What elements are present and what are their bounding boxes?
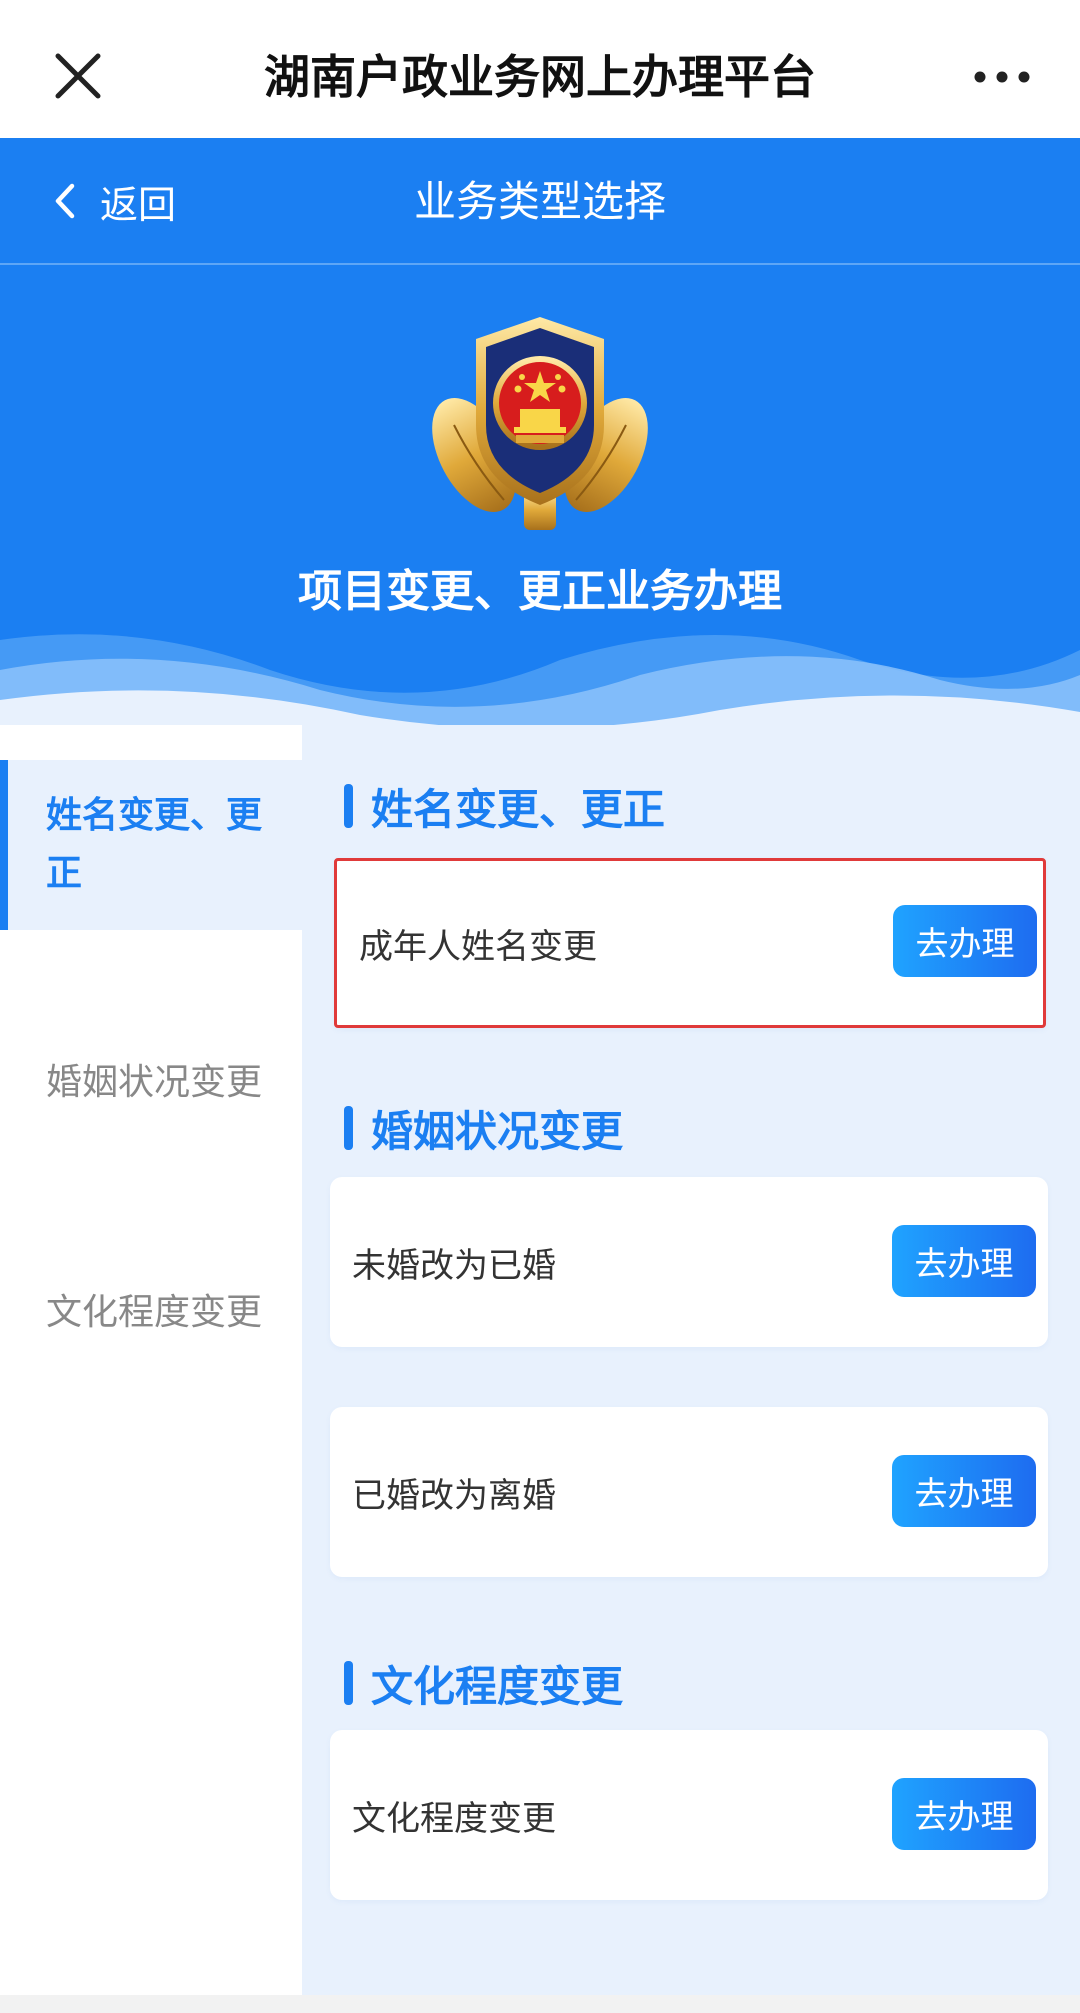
- section-title-education: 文化程度变更: [344, 1655, 623, 1711]
- app-title: 湖南户政业务网上办理平台: [264, 50, 816, 104]
- section-title-name-change: 姓名变更、更正: [344, 778, 665, 834]
- close-icon[interactable]: [50, 48, 106, 104]
- nav-bar: 返回 业务类型选择: [0, 138, 1080, 265]
- bottom-edge: [0, 1995, 1080, 2013]
- go-handle-button[interactable]: 去办理: [892, 1225, 1036, 1297]
- service-card-adult-name-change[interactable]: 成年人姓名变更 去办理: [334, 858, 1046, 1028]
- section-title-text: 文化程度变更: [371, 1661, 624, 1711]
- sidebar-item-name-change[interactable]: 姓名变更、更正: [0, 760, 302, 930]
- hero-title: 项目变更、更正业务办理: [298, 566, 782, 617]
- section-title-text: 婚姻状况变更: [371, 1106, 624, 1156]
- service-label: 成年人姓名变更: [359, 926, 597, 967]
- app-header: 湖南户政业务网上办理平台: [0, 0, 1080, 138]
- go-handle-button[interactable]: 去办理: [893, 905, 1037, 977]
- category-sidebar: 姓名变更、更正 婚姻状况变更 文化程度变更: [0, 725, 302, 1995]
- hero-banner: 项目变更、更正业务办理: [0, 265, 1080, 725]
- sidebar-item-education[interactable]: 文化程度变更: [0, 1273, 302, 1353]
- back-button[interactable]: 返回: [50, 168, 176, 234]
- section-title-text: 姓名变更、更正: [371, 784, 666, 834]
- service-card-married-to-divorced[interactable]: 已婚改为离婚 去办理: [330, 1407, 1048, 1577]
- sidebar-item-marital-status[interactable]: 婚姻状况变更: [0, 1043, 302, 1123]
- more-options-icon[interactable]: [972, 62, 1032, 92]
- service-card-unmarried-to-married[interactable]: 未婚改为已婚 去办理: [330, 1177, 1048, 1347]
- service-card-education-change[interactable]: 文化程度变更 去办理: [330, 1730, 1048, 1900]
- police-emblem-icon: [432, 317, 648, 530]
- section-marker: [344, 1661, 353, 1705]
- service-label: 未婚改为已婚: [352, 1245, 556, 1286]
- back-label: 返回: [100, 182, 177, 227]
- wave-decoration: [0, 634, 1080, 725]
- section-marker: [344, 784, 353, 828]
- service-label: 文化程度变更: [352, 1798, 556, 1839]
- service-label: 已婚改为离婚: [352, 1475, 556, 1516]
- go-handle-button[interactable]: 去办理: [892, 1455, 1036, 1527]
- chevron-left-icon: [55, 183, 75, 219]
- section-title-marital-status: 婚姻状况变更: [344, 1100, 623, 1156]
- go-handle-button[interactable]: 去办理: [892, 1778, 1036, 1850]
- section-marker: [344, 1106, 353, 1150]
